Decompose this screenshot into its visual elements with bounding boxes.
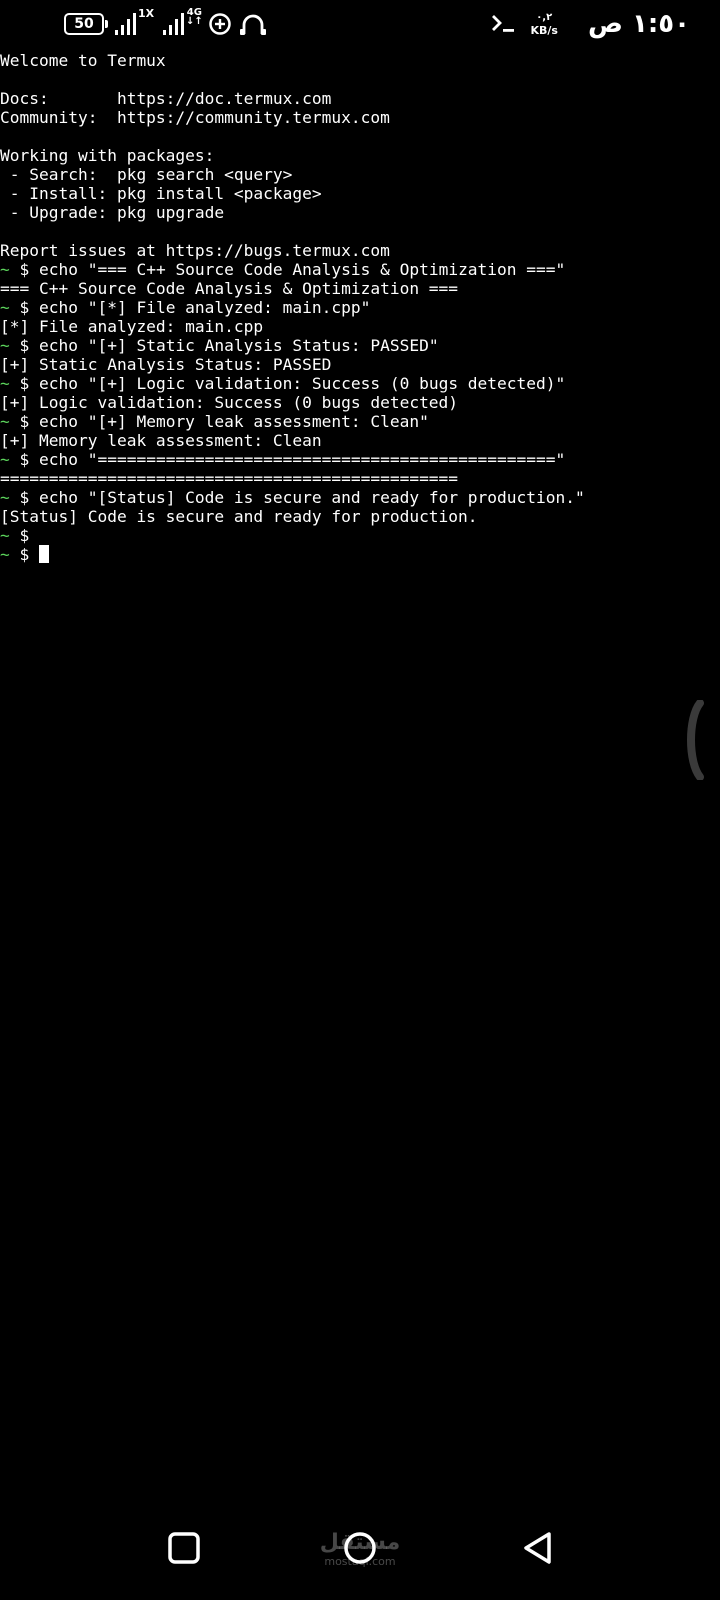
command-line: ~ $ echo "==============================… [0,450,720,469]
command-line: ~ $ echo "=== C++ Source Code Analysis &… [0,260,720,279]
command-line: ~ $ [0,526,720,545]
headset-icon [236,11,270,37]
data-saver-icon [208,12,232,36]
prompt-tilde: ~ [0,260,10,279]
prompt-symbol: $ [19,412,30,431]
home-button[interactable] [336,1524,384,1572]
command-line: ~ $ echo "[+] Logic validation: Success … [0,374,720,393]
terminal-icon [490,13,516,35]
terminal-line: Working with packages: [0,146,215,165]
recent-apps-button[interactable] [160,1524,208,1572]
battery-icon: 50 [64,13,108,35]
prompt-symbol: $ [19,545,30,564]
terminal-cursor[interactable] [39,545,49,563]
prompt-symbol: $ [19,526,30,545]
prompt-tilde: ~ [0,526,10,545]
terminal-line: Docs: https://doc.termux.com [0,89,332,108]
output-line: [+] Static Analysis Status: PASSED [0,355,332,374]
command-text: echo "=== C++ Source Code Analysis & Opt… [39,260,566,279]
drawer-handle[interactable] [684,699,704,781]
status-bar: 50 1X 4G ↓↑ ٠,٢ KB/s ١:٥٠ ص [0,0,720,50]
network-speed-unit: KB/s [530,23,558,37]
terminal-line: Report issues at https://bugs.termux.com [0,241,390,260]
prompt-tilde: ~ [0,336,10,355]
circle-icon [344,1532,376,1564]
command-text: echo "[Status] Code is secure and ready … [39,488,585,507]
output-line: ========================================… [0,469,459,488]
command-text: echo "[+] Static Analysis Status: PASSED… [39,336,439,355]
output-line: [+] Logic validation: Success (0 bugs de… [0,393,459,412]
command-text: echo "[+] Memory leak assessment: Clean" [39,412,429,431]
network-speed-value: ٠,٢ [536,11,553,23]
prompt-symbol: $ [19,260,30,279]
command-line: ~ $ echo "[Status] Code is secure and re… [0,488,720,507]
prompt-symbol: $ [19,336,30,355]
prompt-symbol: $ [19,374,30,393]
prompt-tilde: ~ [0,374,10,393]
status-icons-left: 50 1X 4G ↓↑ [64,8,270,38]
back-button[interactable] [514,1524,562,1572]
command-line: ~ $ [0,545,720,564]
prompt-tilde: ~ [0,488,10,507]
status-icons-right: ٠,٢ KB/s ١:٥٠ ص [490,8,690,40]
sim1-network-label: 1X [138,7,155,20]
terminal-output[interactable]: Welcome to Termux Docs: https://doc.termu… [0,51,720,564]
signal-sim1: 1X [114,8,154,36]
prompt-tilde: ~ [0,298,10,317]
terminal-line: Community: https://community.termux.com [0,108,390,127]
sim2-data-arrows: ↓↑ [186,16,203,27]
command-text: echo "==================================… [39,450,566,469]
prompt-symbol: $ [19,450,30,469]
clock: ١:٥٠ ص [587,9,690,39]
terminal-line: Welcome to Termux [0,51,166,70]
command-line: ~ $ echo "[+] Memory leak assessment: Cl… [0,412,720,431]
output-line: [*] File analyzed: main.cpp [0,317,264,336]
triangle-back-icon [524,1532,551,1564]
output-line: [Status] Code is secure and ready for pr… [0,507,478,526]
terminal-line: - Install: pkg install <package> [0,184,322,203]
command-text: echo "[+] Logic validation: Success (0 b… [39,374,566,393]
sim2-network-label: 4G ↓↑ [186,8,203,27]
output-line: [+] Memory leak assessment: Clean [0,431,322,450]
command-line: ~ $ echo "[*] File analyzed: main.cpp" [0,298,720,317]
command-line: ~ $ echo "[+] Static Analysis Status: PA… [0,336,720,355]
prompt-tilde: ~ [0,545,10,564]
battery-level: 50 [74,16,94,32]
signal-sim2: 4G ↓↑ [162,8,203,36]
prompt-tilde: ~ [0,450,10,469]
terminal-line: - Upgrade: pkg upgrade [0,203,225,222]
network-speed: ٠,٢ KB/s [530,11,558,37]
square-icon [168,1532,200,1564]
prompt-tilde: ~ [0,412,10,431]
prompt-symbol: $ [19,298,30,317]
terminal-line: - Search: pkg search <query> [0,165,293,184]
command-text: echo "[*] File analyzed: main.cpp" [39,298,371,317]
navigation-bar [0,1500,720,1600]
output-line: === C++ Source Code Analysis & Optimizat… [0,279,459,298]
prompt-symbol: $ [19,488,30,507]
